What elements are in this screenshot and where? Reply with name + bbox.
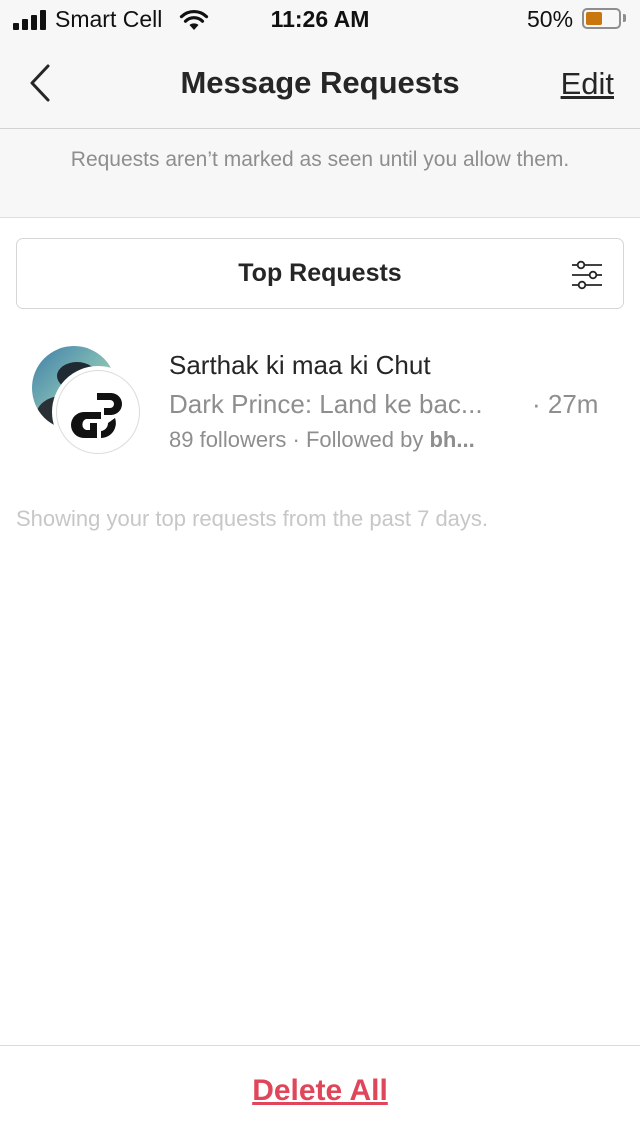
dp-logo-icon [71, 393, 122, 438]
edit-button[interactable]: Edit [561, 66, 614, 102]
group-avatar [52, 366, 144, 458]
seen-notice: Requests aren’t marked as seen until you… [0, 129, 640, 218]
sliders-icon[interactable] [571, 259, 603, 291]
message-preview: Dark Prince: Land ke bac... [169, 389, 483, 419]
followed-by-name: bh... [429, 427, 475, 452]
top-requests-note: Showing your top requests from the past … [16, 506, 489, 531]
request-name: Sarthak ki maa ki Chut [169, 350, 431, 380]
nav-bar: Message Requests Edit [0, 40, 640, 129]
meta-separator: · [292, 427, 300, 452]
request-meta: 89 followers · Followed by bh... [169, 427, 475, 453]
top-requests-selector[interactable]: Top Requests [16, 238, 624, 309]
delete-all-button[interactable]: Delete All [0, 1074, 640, 1108]
battery-fill [586, 12, 602, 25]
followed-by-prefix: Followed by [305, 427, 424, 452]
bottom-bar: Delete All [0, 1045, 640, 1137]
request-list-item[interactable]: Sarthak ki maa ki Chut Dark Prince: Land… [0, 330, 640, 470]
notice-text: Requests aren’t marked as seen until you… [70, 148, 570, 171]
battery-percent: 50% [527, 6, 574, 32]
status-bar: Smart Cell 11:26 AM 50% [0, 0, 640, 40]
followers-count: 89 followers [169, 427, 287, 452]
top-requests-label: Top Requests [238, 259, 402, 287]
battery-nub [623, 14, 626, 22]
battery-icon [582, 8, 621, 29]
message-time: · 27m [532, 389, 599, 419]
page-title: Message Requests [180, 65, 460, 100]
